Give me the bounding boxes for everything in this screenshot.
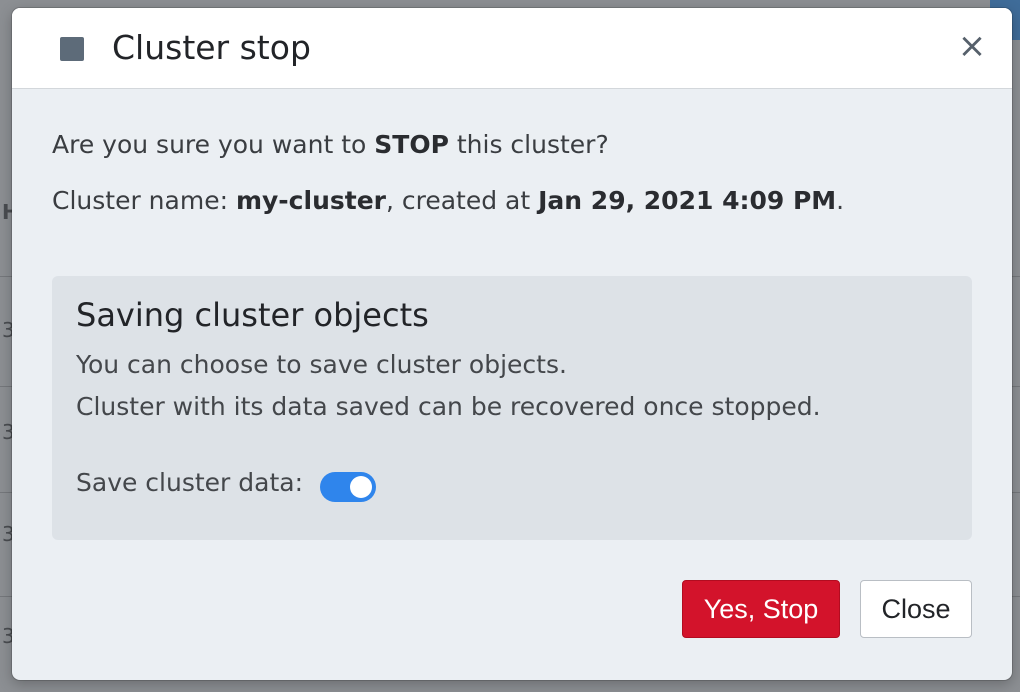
cluster-stop-dialog: Cluster stop × Are you sure you want to … (12, 8, 1012, 680)
save-cluster-data-toggle[interactable] (320, 472, 376, 502)
close-icon[interactable]: × (956, 29, 988, 63)
cluster-info-end: . (836, 186, 845, 215)
panel-description: Cluster with its data saved can be recov… (76, 392, 821, 421)
confirm-question: Are you sure you want to STOP this clust… (52, 130, 609, 159)
saving-objects-panel: Saving cluster objects You can choose to… (52, 276, 972, 540)
dialog-title: Cluster stop (112, 28, 311, 67)
panel-description: You can choose to save cluster objects. (76, 350, 567, 379)
created-at-label: , created at (385, 186, 539, 215)
toggle-knob (350, 476, 372, 498)
dialog-header: Cluster stop × (12, 8, 1012, 89)
cluster-name-label: Cluster name: (52, 186, 236, 215)
confirm-suffix: this cluster? (448, 130, 609, 159)
close-button[interactable]: Close (860, 580, 972, 638)
created-at-value: Jan 29, 2021 4:09 PM (538, 186, 837, 215)
confirm-prefix: Are you sure you want to (52, 130, 375, 159)
confirm-action: STOP (374, 130, 449, 159)
stop-square-icon (60, 37, 84, 61)
cluster-name: my-cluster (235, 186, 386, 215)
panel-title: Saving cluster objects (76, 296, 429, 334)
yes-stop-button[interactable]: Yes, Stop (682, 580, 840, 638)
save-cluster-data-label: Save cluster data: (76, 468, 304, 497)
cluster-info: Cluster name: my-cluster, created at Jan… (52, 186, 844, 215)
